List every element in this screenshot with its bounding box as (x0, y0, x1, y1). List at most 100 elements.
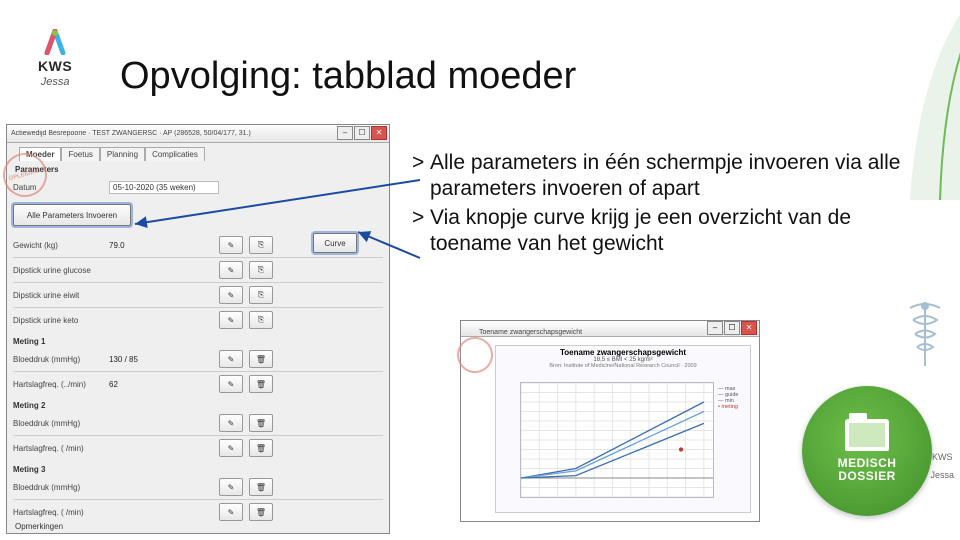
trash-icon: 🗑 (256, 508, 266, 517)
chart-window-title: Toename zwangerschapsgewicht (461, 329, 582, 336)
chart-plot (520, 382, 714, 498)
edit-button[interactable]: ✎ (219, 286, 243, 304)
pencil-icon: ✎ (228, 266, 235, 275)
slide-title: Opvolging: tabblad moeder (120, 55, 576, 98)
kws-logo-icon (41, 28, 69, 56)
edit-button[interactable]: ✎ (219, 375, 243, 393)
bullet-1: Alle parameters in één schermpje invoere… (430, 150, 912, 201)
pencil-icon: ✎ (228, 380, 235, 389)
folder-icon (845, 419, 889, 451)
bullet-list: >Alle parameters in één schermpje invoer… (412, 150, 912, 260)
edit-button[interactable]: ✎ (219, 236, 243, 254)
pencil-icon: ✎ (228, 291, 235, 300)
opleiding-stamp-icon (453, 333, 497, 377)
value-m1-bp: 130 / 85 (109, 355, 171, 364)
value-gewicht: 79.0 (109, 241, 171, 250)
chevron-icon: > (412, 150, 430, 201)
tab-complicaties[interactable]: Complicaties (145, 147, 205, 161)
label-m2-hr: Hartslagfreq. ( /min) (13, 444, 109, 453)
app-tabs: Moeder Foetus Planning Complicaties (19, 147, 383, 161)
copy-icon: ⎘ (258, 315, 264, 325)
parameters-header: Parameters (15, 165, 383, 174)
copy-button[interactable]: ⎘ (249, 311, 273, 329)
brand-logos: KWS Jessa (38, 28, 72, 88)
copy-button[interactable]: ⎘ (249, 236, 273, 254)
jessa-logo-text: Jessa (41, 76, 70, 88)
copy-icon: ⎘ (258, 240, 264, 250)
label-m3-bp: Bloeddruk (mmHg) (13, 483, 109, 492)
chevron-icon: > (412, 205, 430, 256)
all-parameters-button[interactable]: Alle Parameters Invoeren (13, 204, 131, 226)
mini-jessa: Jessa (930, 470, 954, 480)
delete-button[interactable]: 🗑 (249, 439, 273, 457)
chart-title: Toename zwangerschapsgewicht (496, 348, 750, 357)
delete-button[interactable]: 🗑 (249, 414, 273, 432)
delete-button[interactable]: 🗑 (249, 503, 273, 521)
label-m3-hr: Hartslagfreq. ( /min) (13, 508, 109, 517)
window-close-button[interactable]: ✕ (371, 126, 387, 140)
date-field[interactable]: 05-10-2020 (35 weken) (109, 181, 219, 194)
row-dip-keto: Dipstick urine keto ✎ ⎘ (13, 309, 383, 331)
trash-icon: 🗑 (256, 483, 266, 492)
tab-planning[interactable]: Planning (100, 147, 145, 161)
chart-titlebar: Toename zwangerschapsgewicht – ☐ ✕ (461, 321, 759, 337)
pencil-icon: ✎ (228, 316, 235, 325)
mini-brand-logos: KWS Jessa (930, 452, 954, 480)
kws-logo-text: KWS (38, 58, 72, 74)
trash-icon: 🗑 (256, 444, 266, 453)
curve-button[interactable]: Curve (313, 233, 357, 253)
opmerkingen-label: Opmerkingen (15, 522, 63, 531)
chart-close-button[interactable]: ✕ (741, 321, 757, 335)
edit-button[interactable]: ✎ (219, 261, 243, 279)
row-dip-eiwit: Dipstick urine eiwit ✎ ⎘ (13, 284, 383, 306)
pencil-icon: ✎ (228, 241, 235, 250)
meting2-header: Meting 2 (13, 401, 383, 410)
app-titlebar: Actiewedijd Besrepoorie · TEST ZWANGERSC… (7, 125, 389, 143)
delete-button[interactable]: 🗑 (249, 478, 273, 496)
meting3-header: Meting 3 (13, 465, 383, 474)
trash-icon: 🗑 (256, 380, 266, 389)
delete-button[interactable]: 🗑 (249, 375, 273, 393)
label-m1-hr: Hartslagfreq. (../min) (13, 380, 109, 389)
app-window: Actiewedijd Besrepoorie · TEST ZWANGERSC… (6, 124, 390, 534)
meting1-header: Meting 1 (13, 337, 383, 346)
row-dip-glucose: Dipstick urine glucose ✎ ⎘ (13, 259, 383, 281)
label-m2-bp: Bloeddruk (mmHg) (13, 419, 109, 428)
chart-minimize-button[interactable]: – (707, 321, 723, 335)
mini-kws: KWS (932, 452, 953, 462)
copy-button[interactable]: ⎘ (249, 261, 273, 279)
trash-icon: 🗑 (256, 419, 266, 428)
window-minimize-button[interactable]: – (337, 126, 353, 140)
edit-button[interactable]: ✎ (219, 350, 243, 368)
label-dip-eiwit: Dipstick urine eiwit (13, 291, 109, 300)
label-m1-bp: Bloeddruk (mmHg) (13, 355, 109, 364)
edit-button[interactable]: ✎ (219, 311, 243, 329)
value-m1-hr: 62 (109, 380, 171, 389)
chart-maximize-button[interactable]: ☐ (724, 321, 740, 335)
pencil-icon: ✎ (228, 483, 235, 492)
medisch-dossier-badge: MEDISCHDOSSIER (802, 386, 932, 516)
copy-icon: ⎘ (258, 290, 264, 300)
edit-button[interactable]: ✎ (219, 414, 243, 432)
edit-button[interactable]: ✎ (219, 478, 243, 496)
chart-legend: — max— guide— min• meting (718, 386, 748, 410)
edit-button[interactable]: ✎ (219, 439, 243, 457)
window-maximize-button[interactable]: ☐ (354, 126, 370, 140)
chart-window: Toename zwangerschapsgewicht – ☐ ✕ Toena… (460, 320, 760, 522)
label-dip-glucose: Dipstick urine glucose (13, 266, 109, 275)
label-dip-keto: Dipstick urine keto (13, 316, 109, 325)
trash-icon: 🗑 (256, 355, 266, 364)
chart-subtitle2: Bron: Institute of Medicine/National Res… (496, 363, 750, 369)
label-gewicht: Gewicht (kg) (13, 241, 109, 250)
pencil-icon: ✎ (228, 444, 235, 453)
copy-icon: ⎘ (258, 265, 264, 275)
tab-foetus[interactable]: Foetus (61, 147, 99, 161)
delete-button[interactable]: 🗑 (249, 350, 273, 368)
pencil-icon: ✎ (228, 355, 235, 364)
app-window-title: Actiewedijd Besrepoorie · TEST ZWANGERSC… (11, 130, 251, 137)
badge-line2: DOSSIER (838, 469, 896, 483)
pencil-icon: ✎ (228, 419, 235, 428)
pencil-icon: ✎ (228, 508, 235, 517)
copy-button[interactable]: ⎘ (249, 286, 273, 304)
edit-button[interactable]: ✎ (219, 503, 243, 521)
